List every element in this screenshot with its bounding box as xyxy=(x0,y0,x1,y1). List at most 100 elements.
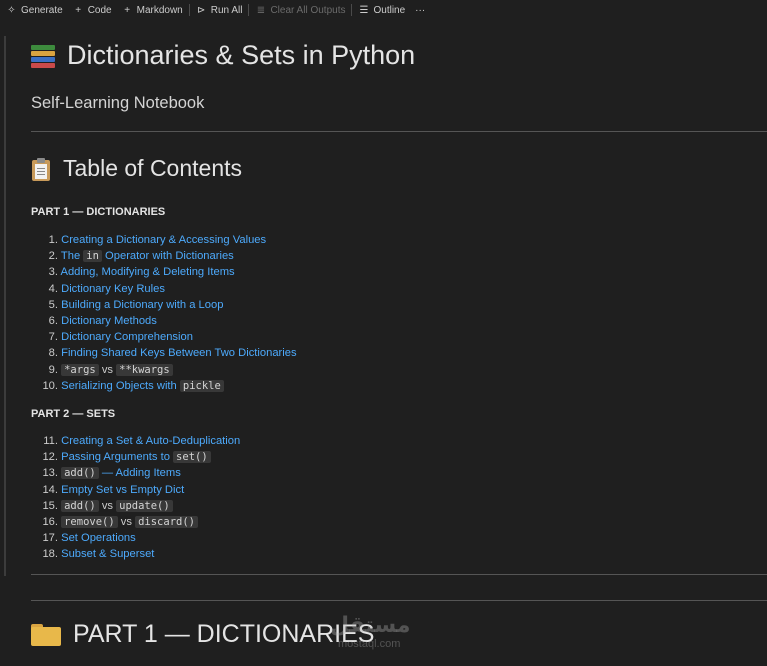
clear-outputs-label: Clear All Outputs xyxy=(270,4,346,16)
toolbar-divider xyxy=(188,4,190,16)
notebook-title: Dictionaries & Sets in Python xyxy=(31,40,415,71)
toc-item[interactable]: 3. Adding, Modifying & Deleting Items xyxy=(31,264,297,280)
toolbar-divider xyxy=(351,4,353,16)
toc-item[interactable]: 14. Empty Set vs Empty Dict xyxy=(31,482,240,498)
toc-item-link[interactable]: vs xyxy=(99,500,116,512)
toc-item[interactable]: 5. Building a Dictionary with a Loop xyxy=(31,297,297,313)
toc-item-link[interactable]: Empty Set vs Empty Dict xyxy=(61,484,184,496)
toc-item-code[interactable]: update() xyxy=(116,499,173,512)
cell-separator xyxy=(31,600,767,601)
run-all-label: Run All xyxy=(210,4,243,16)
toc-item[interactable]: 10. Serializing Objects with pickle xyxy=(31,378,297,394)
toc-item-number: 15. xyxy=(42,499,58,512)
toc-item[interactable]: 9. *args vs **kwargs xyxy=(31,362,297,378)
toc-item-link[interactable]: Dictionary Methods xyxy=(61,315,157,327)
toc-heading-text: Table of Contents xyxy=(63,155,243,181)
code-label: Code xyxy=(87,4,112,16)
outline-label: Outline xyxy=(373,4,406,16)
toc-item-code[interactable]: remove() xyxy=(61,515,118,528)
toc-item-number: 14. xyxy=(42,483,58,496)
generate-label: Generate xyxy=(21,4,63,16)
plus-icon: + xyxy=(124,4,131,16)
toc-heading: Table of Contents xyxy=(31,155,242,182)
toc-item[interactable]: 13. add() — Adding Items xyxy=(31,465,240,481)
outline-icon: ☰ xyxy=(359,4,369,16)
add-markdown-button[interactable]: + Markdown xyxy=(122,0,183,20)
part1-label: PART 1 — DICTIONARIES xyxy=(31,206,166,218)
cell-focus-bar[interactable] xyxy=(4,36,6,576)
toc-item[interactable]: 18. Subset & Superset xyxy=(31,546,240,562)
toc-part2-list: 11. Creating a Set & Auto-Deduplication 1… xyxy=(31,433,240,563)
toc-item-number: 3. xyxy=(48,266,58,279)
toc-item-link[interactable]: Set Operations xyxy=(61,532,136,544)
toc-item-number: 9. xyxy=(48,363,58,376)
folder-icon xyxy=(31,623,61,646)
divider xyxy=(31,574,767,575)
toc-item-number: 6. xyxy=(48,314,58,327)
toc-item-number: 18. xyxy=(42,548,58,561)
toc-item-link[interactable]: — Adding Items xyxy=(99,467,181,479)
toc-item-link[interactable]: Serializing Objects with xyxy=(61,380,180,392)
plus-icon: + xyxy=(75,4,82,16)
toc-item[interactable]: 12. Passing Arguments to set() xyxy=(31,449,240,465)
toc-item-link[interactable]: Finding Shared Keys Between Two Dictiona… xyxy=(61,347,296,359)
part2-label: PART 2 — SETS xyxy=(31,408,116,420)
toc-item-link[interactable]: Operator with Dictionaries xyxy=(102,250,234,262)
toc-item-link[interactable]: Creating a Dictionary & Accessing Values xyxy=(61,234,266,246)
clear-all-outputs-button[interactable]: ≣ Clear All Outputs xyxy=(255,0,346,20)
watermark-arabic: مستقل xyxy=(330,612,411,637)
add-code-button[interactable]: + Code xyxy=(73,0,112,20)
toc-item-number: 16. xyxy=(42,515,58,528)
toc-item[interactable]: 7. Dictionary Comprehension xyxy=(31,329,297,345)
toc-item-number: 1. xyxy=(48,234,58,246)
toc-item-code[interactable]: add() xyxy=(61,467,99,480)
toc-item-link[interactable]: Building a Dictionary with a Loop xyxy=(61,299,223,311)
run-all-icon: ⊳ xyxy=(197,4,206,16)
toc-item-number: 12. xyxy=(42,451,58,464)
outline-button[interactable]: ☰ Outline xyxy=(358,0,406,20)
toc-item-number: 10. xyxy=(42,379,58,392)
toc-item[interactable]: 16. remove() vs discard() xyxy=(31,514,240,530)
watermark-latin: mostaql.com xyxy=(338,638,401,650)
toc-item-code[interactable]: *args xyxy=(61,363,99,376)
books-icon xyxy=(31,43,55,69)
toc-item-link[interactable]: Dictionary Key Rules xyxy=(61,283,165,295)
toc-item-link[interactable]: The xyxy=(61,250,83,262)
toc-item-code[interactable]: add() xyxy=(61,499,99,512)
more-icon: ··· xyxy=(415,4,426,16)
toc-item-link[interactable]: vs xyxy=(99,364,116,376)
toc-item-number: 11. xyxy=(43,435,58,447)
toc-item-code[interactable]: in xyxy=(83,250,102,263)
subtitle: Self-Learning Notebook xyxy=(31,94,205,112)
toc-item[interactable]: 4. Dictionary Key Rules xyxy=(31,281,297,297)
toc-item[interactable]: 6. Dictionary Methods xyxy=(31,313,297,329)
toc-item[interactable]: 11. Creating a Set & Auto-Deduplication xyxy=(31,433,240,449)
toc-item-number: 7. xyxy=(48,331,58,344)
toc-item-code[interactable]: **kwargs xyxy=(116,363,173,376)
toc-item-link[interactable]: Creating a Set & Auto-Deduplication xyxy=(61,435,240,447)
toc-item-number: 4. xyxy=(48,282,58,295)
toc-item-link[interactable]: Adding, Modifying & Deleting Items xyxy=(61,266,235,278)
generate-button[interactable]: ✧ Generate xyxy=(6,0,63,20)
toolbar-divider xyxy=(248,4,250,16)
toc-item-code[interactable]: set() xyxy=(173,451,211,464)
toc-item[interactable]: 17. Set Operations xyxy=(31,530,240,546)
toc-item-code[interactable]: pickle xyxy=(179,379,224,392)
toc-item[interactable]: 1. Creating a Dictionary & Accessing Val… xyxy=(31,232,297,248)
toc-item-code[interactable]: discard() xyxy=(135,515,198,528)
toc-item-number: 17. xyxy=(42,532,58,545)
toc-item-link[interactable]: Passing Arguments to xyxy=(61,451,173,463)
toc-part1-list: 1. Creating a Dictionary & Accessing Val… xyxy=(31,232,297,394)
divider xyxy=(31,131,767,132)
toc-item-link[interactable]: Subset & Superset xyxy=(61,548,154,560)
toc-item-link[interactable]: vs xyxy=(118,516,135,528)
toc-item-link[interactable]: Dictionary Comprehension xyxy=(61,331,193,343)
clear-outputs-icon: ≣ xyxy=(256,4,266,16)
more-actions-button[interactable]: ··· xyxy=(415,0,425,20)
toc-item[interactable]: 15. add() vs update() xyxy=(31,498,240,514)
toc-item[interactable]: 2. The in Operator with Dictionaries xyxy=(31,248,297,264)
toc-item-number: 8. xyxy=(48,347,58,360)
run-all-button[interactable]: ⊳ Run All xyxy=(196,0,243,20)
toc-item[interactable]: 8. Finding Shared Keys Between Two Dicti… xyxy=(31,345,297,361)
clipboard-icon xyxy=(31,157,51,181)
